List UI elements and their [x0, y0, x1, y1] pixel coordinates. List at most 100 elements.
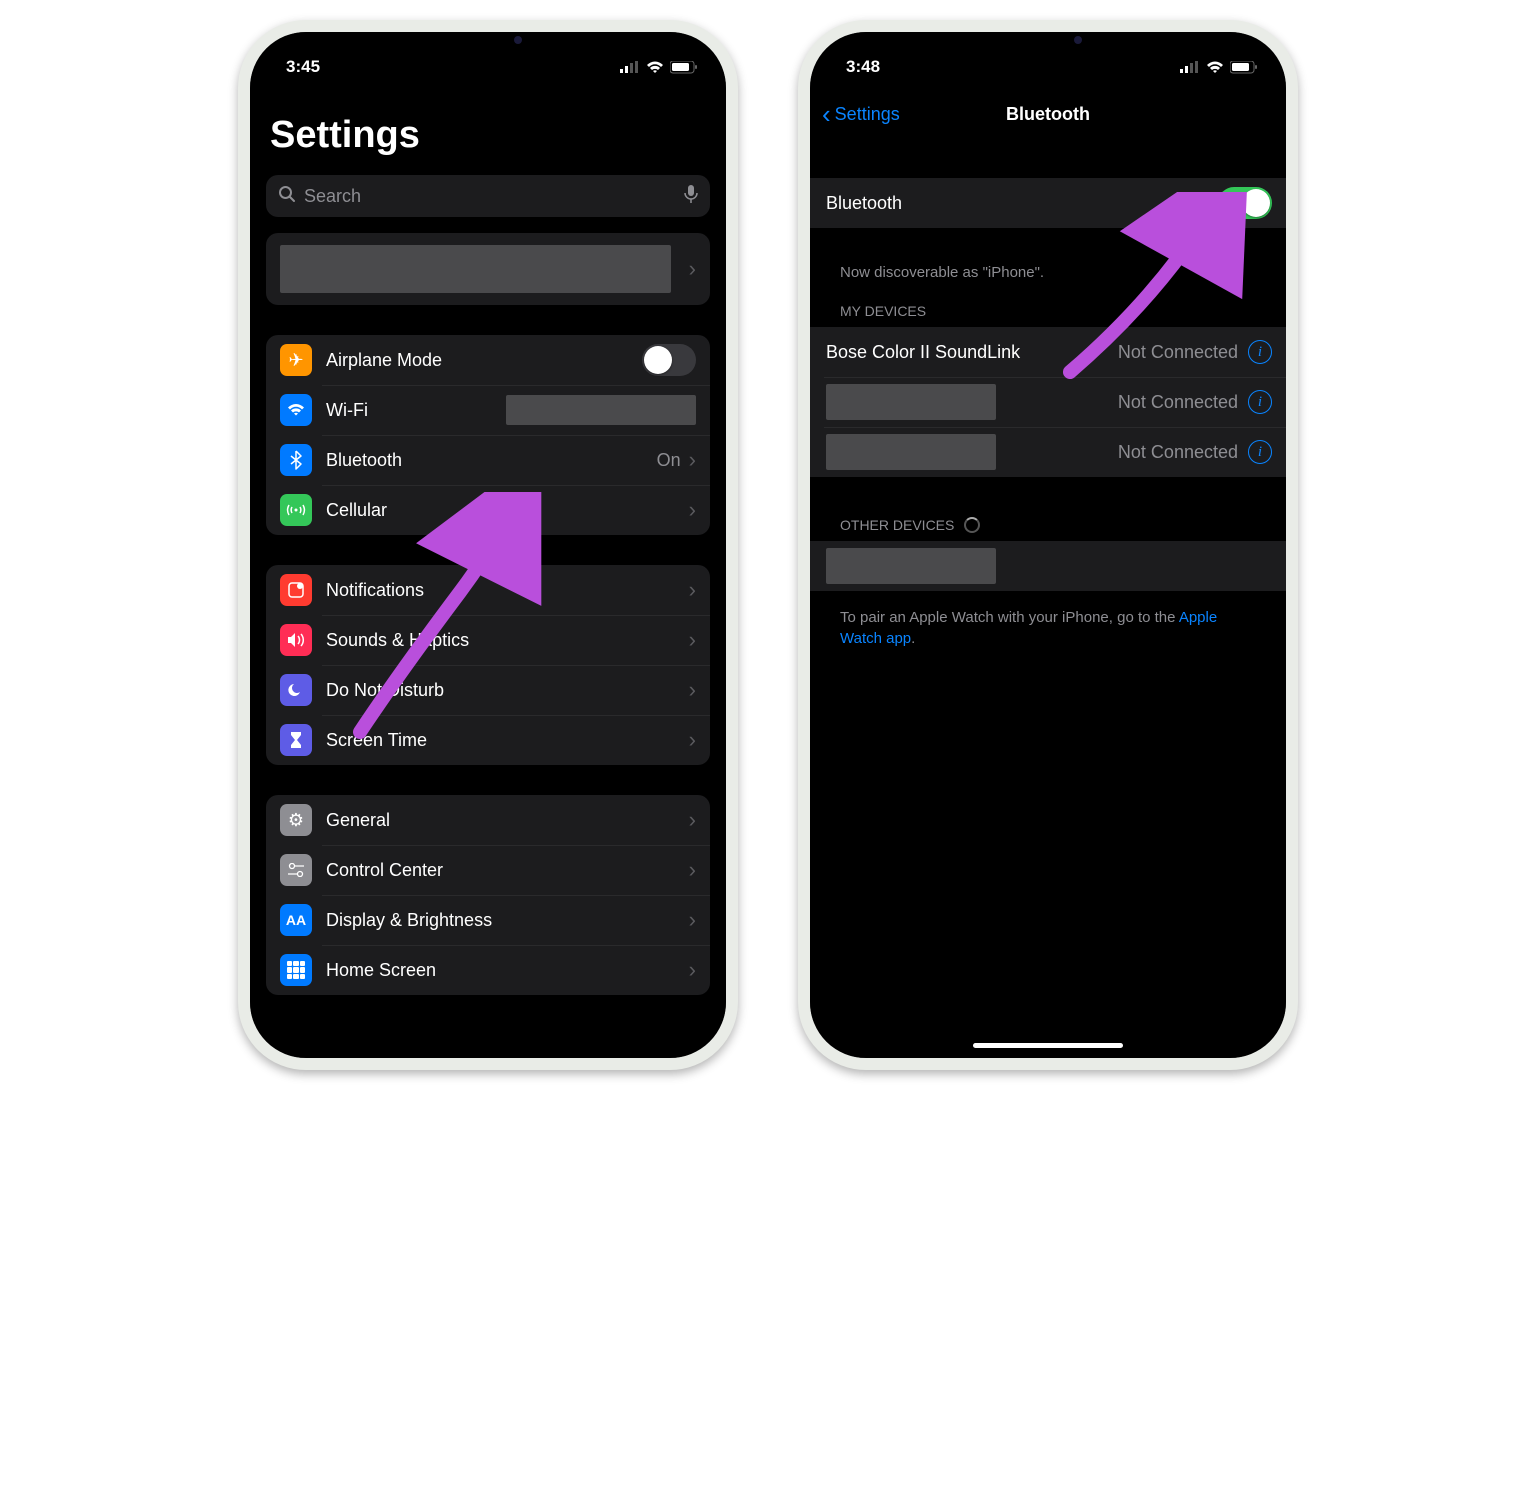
search-input[interactable]: Search: [266, 175, 710, 217]
chevron-right-icon: ›: [689, 907, 696, 933]
device-name: Bose Color II SoundLink: [826, 342, 1020, 363]
status-icons: [1180, 61, 1258, 74]
other-devices-header: OTHER DEVICES: [810, 517, 1286, 541]
row-dnd[interactable]: Do Not Disturb ›: [266, 665, 710, 715]
pair-footer: To pair an Apple Watch with your iPhone,…: [810, 597, 1286, 649]
battery-icon: [1230, 61, 1258, 74]
airplane-icon: ✈: [280, 344, 312, 376]
grid-icon: [280, 954, 312, 986]
my-devices-group: Bose Color II SoundLink Not Connected i …: [810, 327, 1286, 477]
chevron-right-icon: ›: [689, 857, 696, 883]
system-group: ⚙ General › Control Center › AA Display …: [266, 795, 710, 995]
screen-settings: 3:45 Settings Search: [250, 32, 726, 1058]
notch: [388, 32, 588, 62]
row-cellular[interactable]: Cellular ›: [266, 485, 710, 535]
row-control-center[interactable]: Control Center ›: [266, 845, 710, 895]
row-bluetooth-toggle[interactable]: Bluetooth: [810, 178, 1286, 228]
sounds-icon: [280, 624, 312, 656]
battery-icon: [670, 61, 698, 74]
text-size-icon: AA: [280, 904, 312, 936]
spinner-icon: [964, 517, 980, 533]
alerts-group: Notifications › Sounds & Haptics › Do No…: [266, 565, 710, 765]
row-home-screen[interactable]: Home Screen ›: [266, 945, 710, 995]
row-value: On: [657, 450, 681, 471]
search-icon: [278, 185, 296, 208]
notifications-icon: [280, 574, 312, 606]
bluetooth-toggle[interactable]: [1218, 187, 1272, 219]
nav-bar: ‹ Settings Bluetooth: [810, 90, 1286, 138]
chevron-right-icon: ›: [689, 727, 696, 753]
row-label: Control Center: [326, 860, 443, 881]
back-label: Settings: [835, 104, 900, 125]
footer-text-1: To pair an Apple Watch with your iPhone,…: [840, 609, 1179, 626]
row-display[interactable]: AA Display & Brightness ›: [266, 895, 710, 945]
wifi-icon: [646, 61, 664, 74]
info-icon[interactable]: i: [1248, 390, 1272, 414]
status-time: 3:48: [846, 57, 880, 77]
device-status: Not Connected: [1118, 392, 1238, 413]
wifi-settings-icon: [280, 394, 312, 426]
row-label: General: [326, 810, 390, 831]
row-sounds[interactable]: Sounds & Haptics ›: [266, 615, 710, 665]
info-icon[interactable]: i: [1248, 340, 1272, 364]
redacted-content: [826, 434, 996, 470]
chevron-right-icon: ›: [689, 677, 696, 703]
row-general[interactable]: ⚙ General ›: [266, 795, 710, 845]
redacted-content: [280, 245, 671, 293]
chevron-right-icon: ›: [689, 627, 696, 653]
microphone-icon[interactable]: [684, 184, 698, 209]
phone-right: 3:48 ‹ Settings Bluetooth: [798, 20, 1298, 1070]
row-label: Wi-Fi: [326, 400, 368, 421]
status-time: 3:45: [286, 57, 320, 77]
device-row[interactable]: Bose Color II SoundLink Not Connected i: [810, 327, 1286, 377]
row-label: Bluetooth: [326, 450, 402, 471]
device-status: Not Connected: [1118, 442, 1238, 463]
phone-left: 3:45 Settings Search: [238, 20, 738, 1070]
chevron-right-icon: ›: [689, 577, 696, 603]
page-title: Settings: [250, 86, 726, 169]
row-bluetooth[interactable]: Bluetooth On ›: [266, 435, 710, 485]
wifi-icon: [1206, 61, 1224, 74]
nav-title: Bluetooth: [1006, 104, 1090, 125]
row-label: Do Not Disturb: [326, 680, 444, 701]
chevron-left-icon: ‹: [822, 99, 831, 130]
hourglass-icon: [280, 724, 312, 756]
row-label: Sounds & Haptics: [326, 630, 469, 651]
chevron-right-icon: ›: [689, 957, 696, 983]
other-devices-group: [810, 541, 1286, 591]
row-label: Cellular: [326, 500, 387, 521]
cellular-icon: [280, 494, 312, 526]
redacted-content: [826, 384, 996, 420]
chevron-right-icon: ›: [689, 807, 696, 833]
gear-icon: ⚙: [280, 804, 312, 836]
moon-icon: [280, 674, 312, 706]
my-devices-header: MY DEVICES: [810, 303, 1286, 327]
device-row[interactable]: Not Connected i: [810, 377, 1286, 427]
notch: [948, 32, 1148, 62]
back-button[interactable]: ‹ Settings: [822, 99, 900, 130]
screen-bluetooth: 3:48 ‹ Settings Bluetooth: [810, 32, 1286, 1058]
redacted-content: [826, 548, 996, 584]
device-row[interactable]: [810, 541, 1286, 591]
chevron-right-icon: ›: [689, 256, 696, 282]
row-airplane-mode[interactable]: ✈ Airplane Mode: [266, 335, 710, 385]
row-wifi[interactable]: Wi-Fi: [266, 385, 710, 435]
discoverable-text: Now discoverable as "iPhone".: [810, 258, 1286, 303]
airplane-toggle[interactable]: [642, 344, 696, 376]
connectivity-group: ✈ Airplane Mode Wi-Fi Bluetooth On ›: [266, 335, 710, 535]
footer-text-2: .: [911, 630, 915, 647]
row-label: Home Screen: [326, 960, 436, 981]
cellular-signal-icon: [620, 61, 640, 73]
chevron-right-icon: ›: [689, 497, 696, 523]
row-label: Display & Brightness: [326, 910, 492, 931]
apple-id-row[interactable]: ›: [266, 233, 710, 305]
row-notifications[interactable]: Notifications ›: [266, 565, 710, 615]
sliders-icon: [280, 854, 312, 886]
row-screentime[interactable]: Screen Time ›: [266, 715, 710, 765]
cellular-signal-icon: [1180, 61, 1200, 73]
info-icon[interactable]: i: [1248, 440, 1272, 464]
bluetooth-icon: [280, 444, 312, 476]
home-indicator[interactable]: [973, 1043, 1123, 1048]
device-row[interactable]: Not Connected i: [810, 427, 1286, 477]
section-header-label: OTHER DEVICES: [840, 517, 954, 533]
